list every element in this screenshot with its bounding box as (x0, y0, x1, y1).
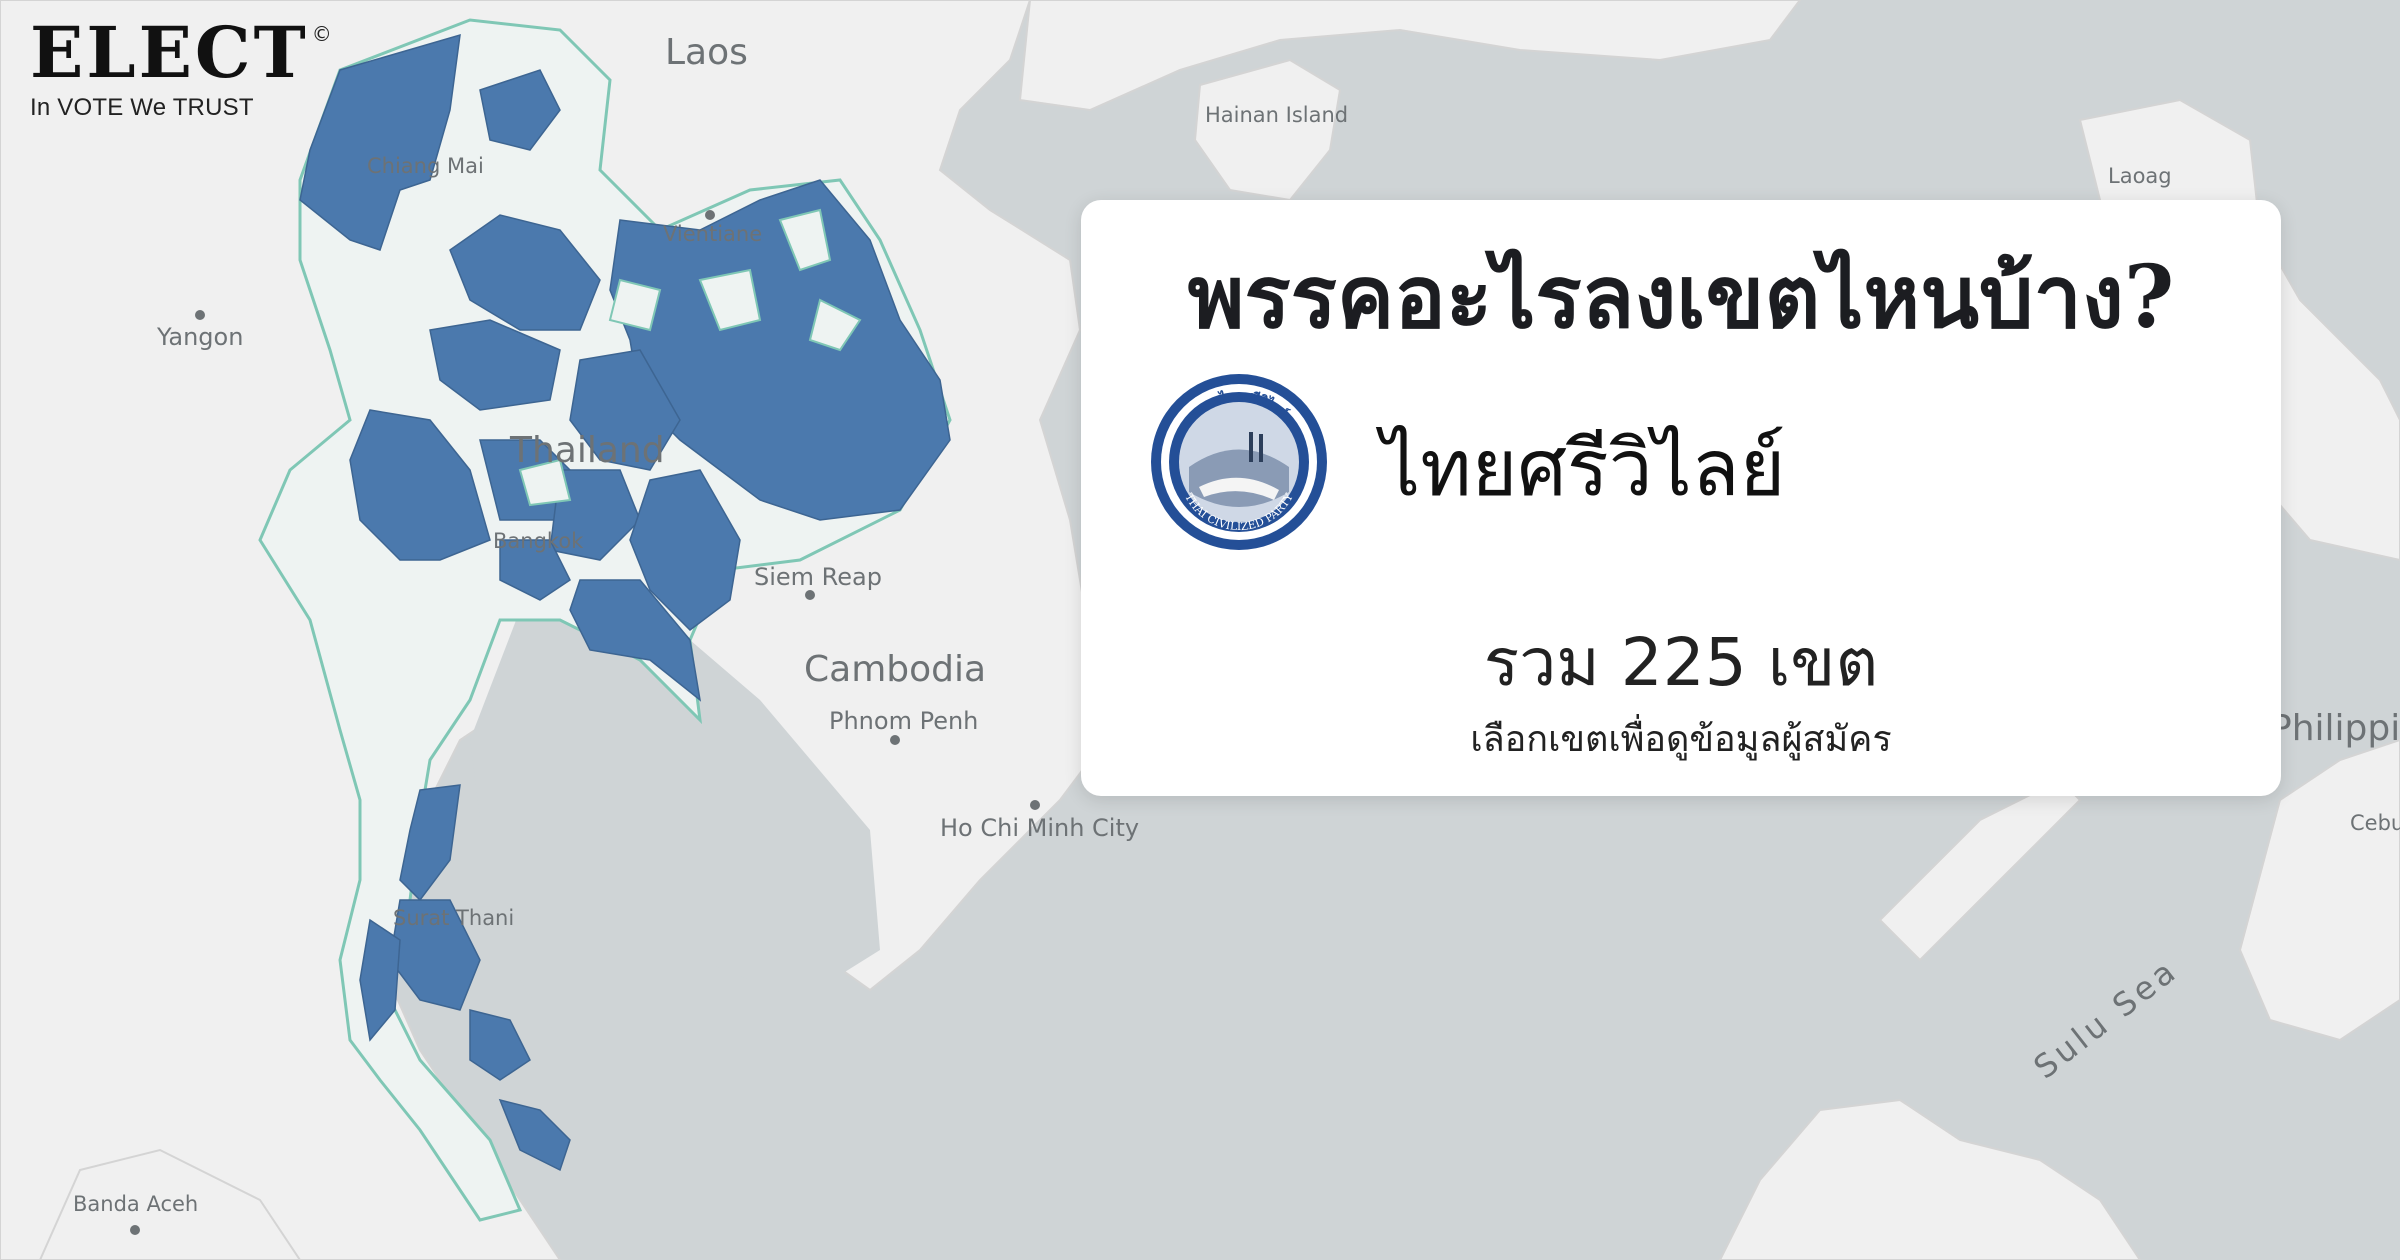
label-ho-chi-minh: Ho Chi Minh City (940, 814, 1139, 842)
copyright-mark: © (311, 22, 335, 46)
label-philippines: Philippines (2270, 708, 2400, 749)
label-vientiane: Vientiane (663, 222, 762, 246)
label-phnom-penh: Phnom Penh (829, 707, 978, 735)
label-laos: Laos (665, 32, 748, 73)
card-title: พรรคอะไรลงเขตไหนบ้าง? (1187, 247, 2175, 348)
label-yangon: Yangon (156, 323, 243, 351)
label-chiang-mai: Chiang Mai (367, 154, 484, 178)
label-surat-thani: Surat Thani (393, 906, 514, 930)
brand-tagline: In VOTE We TRUST (30, 94, 254, 121)
party-name: ไทยศรีวิไลย์ (1381, 424, 1786, 514)
label-cebu: Cebu (2350, 811, 2400, 835)
info-card: พรรคอะไรลงเขตไหนบ้าง? พรรคไทยศรีวิไลย์ T… (1081, 200, 2281, 796)
brand: ELECT © In VOTE We TRUST (30, 18, 332, 122)
label-cambodia: Cambodia (804, 649, 986, 690)
label-bangkok: Bangkok (493, 529, 584, 553)
party-logo: พรรคไทยศรีวิไลย์ THAI CIVILIZED PARTY (1151, 374, 1327, 550)
label-laoag: Laoag (2108, 164, 2172, 188)
select-district-hint: เลือกเขตเพื่อดูข้อมูลผู้สมัคร (1470, 719, 1892, 760)
brand-logo[interactable]: ELECT © (30, 18, 332, 88)
district-total: รวม 225 เขต (1483, 624, 1879, 701)
brand-logo-text: ELECT (30, 11, 309, 94)
label-banda-aceh: Banda Aceh (73, 1192, 198, 1216)
label-thailand: Thailand (509, 430, 665, 471)
label-hainan: Hainan Island (1205, 103, 1348, 127)
label-siem-reap: Siem Reap (754, 563, 882, 591)
